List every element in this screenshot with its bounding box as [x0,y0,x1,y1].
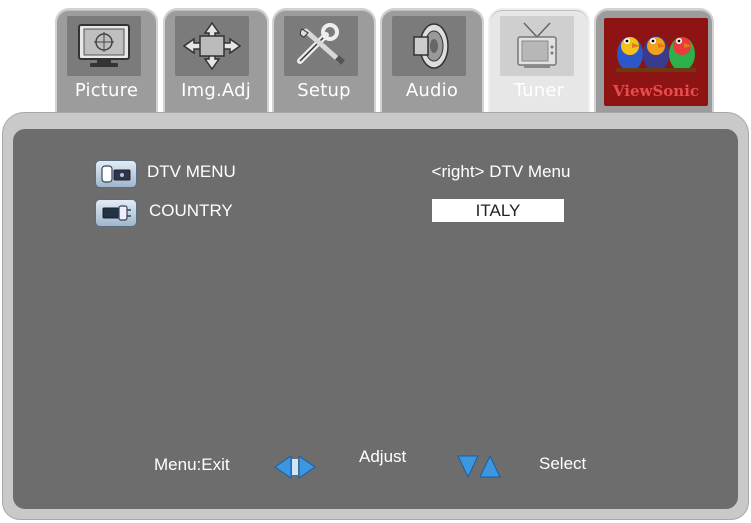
down-up-arrows-icon [456,451,502,485]
menu-panel: DTV MENU <right> DTV Menu COUNTRY ITALY … [2,112,749,520]
tab-label: Picture [74,80,139,101]
menu-row-country[interactable]: COUNTRY ITALY [13,199,738,229]
tv-antenna-icon [500,16,574,76]
tab-tuner[interactable]: Tuner [488,8,590,115]
viewsonic-birds-logo: ViewSonic [604,18,708,106]
tv-plug-icon [95,199,137,227]
move-arrows-icon [175,16,249,76]
tab-picture[interactable]: Picture [55,8,158,115]
menu-row-label: DTV MENU [147,162,236,181]
tab-label: Setup [297,80,351,101]
country-selector[interactable]: ITALY [432,199,564,222]
tab-img-adj[interactable]: Img.Adj [163,8,269,115]
tools-icon [284,16,358,76]
tab-label: Tuner [513,80,565,101]
menu-row-label: COUNTRY [149,201,233,220]
tv-remote-icon [95,160,137,188]
tab-label: Img.Adj [181,80,251,101]
tab-viewsonic[interactable]: ViewSonic [594,8,714,115]
menu-tab-bar: Picture Img.Adj Setup Audio Tuner ViewSo… [0,0,751,115]
tab-audio[interactable]: Audio [380,8,484,115]
adjust-hint: Adjust [359,447,407,466]
tab-setup[interactable]: Setup [272,8,376,115]
menu-row-dtv-menu[interactable]: DTV MENU <right> DTV Menu [13,160,738,190]
monitor-icon [67,16,141,76]
left-right-arrows-icon [273,453,317,485]
brand-logo-text: ViewSonic [612,82,700,100]
select-hint: Select [539,454,587,473]
menu-footer-hints: Menu:Exit Adjust Select [13,445,738,479]
dtv-menu-value[interactable]: <right> DTV Menu [410,162,592,182]
speaker-icon [392,16,466,76]
menu-content: DTV MENU <right> DTV Menu COUNTRY ITALY … [13,129,738,509]
tab-label: Audio [405,80,459,101]
menu-exit-hint: Menu:Exit [154,455,230,474]
